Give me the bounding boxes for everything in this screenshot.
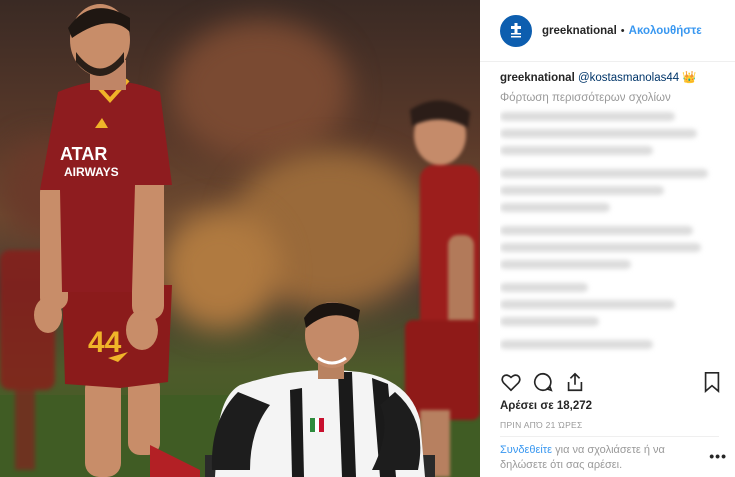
likes-count[interactable]: Αρέσει σε 18,272 bbox=[500, 400, 592, 412]
blurred-comment-line bbox=[500, 129, 698, 138]
post-actions bbox=[500, 368, 723, 396]
more-options-button[interactable]: ••• bbox=[709, 448, 727, 464]
blurred-comment-line bbox=[500, 243, 702, 252]
blurred-comments bbox=[500, 112, 719, 349]
post-author-username[interactable]: greeknational bbox=[542, 25, 617, 37]
blurred-comment-line bbox=[500, 186, 665, 195]
blurred-comment-line bbox=[500, 260, 632, 269]
blurred-comment-line bbox=[500, 146, 654, 155]
svg-text:AIRWAYS: AIRWAYS bbox=[64, 165, 119, 179]
blurred-comment-line bbox=[500, 112, 676, 121]
photo-figures: 44 ATAR AIRWAYS bbox=[0, 4, 480, 477]
share-icon[interactable] bbox=[564, 371, 586, 393]
follow-button[interactable]: Ακολουθήστε bbox=[629, 25, 702, 37]
greek-flag-icon bbox=[506, 20, 526, 41]
divider bbox=[500, 436, 719, 437]
post-photo[interactable]: 44 ATAR AIRWAYS bbox=[0, 0, 480, 477]
blurred-comment-line bbox=[500, 169, 709, 178]
caption-mention[interactable]: @kostasmanolas44 bbox=[578, 72, 679, 84]
avatar[interactable] bbox=[500, 14, 532, 47]
login-prompt: Συνδεθείτε για να σχολιάσετε ή να δηλώσε… bbox=[500, 443, 690, 473]
post-sidebar: greeknational • Ακολουθήστε greeknationa… bbox=[480, 0, 735, 477]
caption: greeknational @kostasmanolas44 👑 bbox=[500, 70, 719, 86]
caption-username[interactable]: greeknational bbox=[500, 72, 575, 84]
comment-icon[interactable] bbox=[532, 371, 554, 393]
post-timestamp[interactable]: ΠΡΙΝ ΑΠΌ 21 ΏΡΕΣ bbox=[500, 420, 583, 430]
blurred-comment-line bbox=[500, 203, 610, 212]
svg-text:ATAR: ATAR bbox=[60, 144, 107, 164]
load-more-comments-button[interactable]: Φόρτωση περισσότερων σχολίων bbox=[500, 92, 719, 104]
blurred-comment-line bbox=[500, 317, 599, 326]
blurred-comment-line bbox=[500, 340, 654, 349]
post-header: greeknational • Ακολουθήστε bbox=[480, 0, 735, 62]
blurred-comment-line bbox=[500, 226, 693, 235]
player-sitting bbox=[205, 302, 435, 477]
login-link[interactable]: Συνδεθείτε bbox=[500, 444, 552, 456]
blurred-comment-line bbox=[500, 300, 676, 309]
svg-text:44: 44 bbox=[88, 326, 122, 359]
header-separator: • bbox=[620, 24, 625, 37]
crown-emoji: 👑 bbox=[682, 72, 697, 84]
heart-icon[interactable] bbox=[500, 371, 522, 393]
comments-list: greeknational @kostasmanolas44 👑 Φόρτωση… bbox=[500, 70, 719, 360]
bookmark-icon[interactable] bbox=[701, 371, 723, 393]
blurred-comment-line bbox=[500, 283, 588, 292]
